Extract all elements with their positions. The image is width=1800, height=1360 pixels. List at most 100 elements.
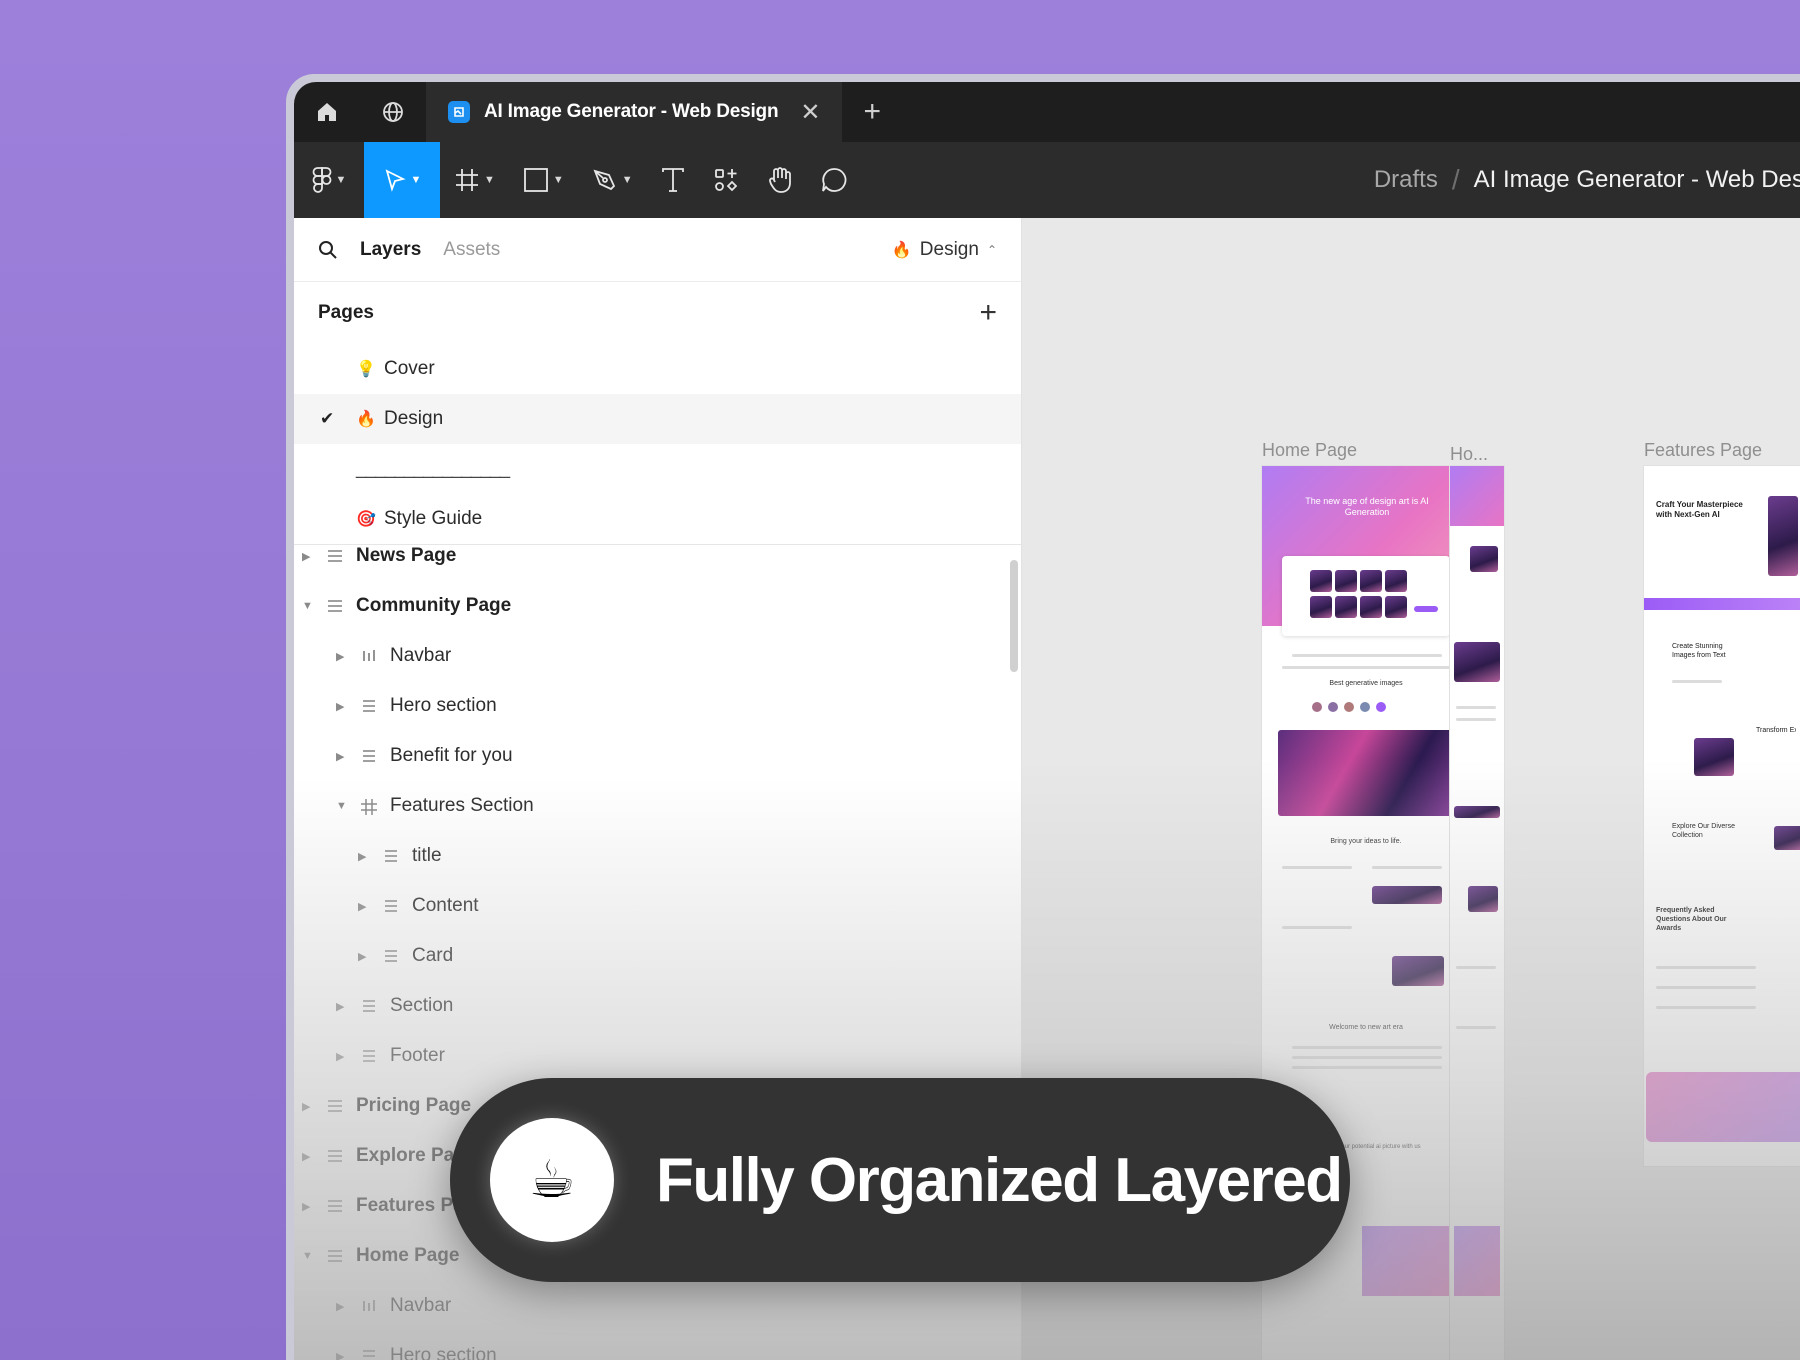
toolbar: ▼ ▼ ▼ ▼ ▼ Drafts / AI Image Generator - … [294, 142, 1800, 218]
chevron-up-icon: ⌃ [986, 242, 997, 257]
frame-icon [360, 798, 378, 815]
layer-row[interactable]: ▶ Footer [294, 1031, 1021, 1081]
caret-right-icon[interactable]: ▶ [336, 1300, 344, 1313]
breadcrumb: Drafts / AI Image Generator - Web Design [1374, 142, 1800, 218]
layer-row[interactable]: ▶ Benefit for you [294, 731, 1021, 781]
layer-label: title [412, 845, 442, 866]
faq-text: Frequently Asked Questions About Our Awa… [1656, 907, 1727, 932]
components-icon [714, 169, 737, 192]
layer-row[interactable]: ▼ Community Page [294, 581, 1021, 631]
frame-label-home-mobile[interactable]: Ho... [1450, 444, 1488, 465]
new-tab-button[interactable]: + [842, 82, 902, 142]
caret-right-icon[interactable]: ▶ [336, 750, 344, 763]
caret-right-icon[interactable]: ▶ [358, 900, 366, 913]
home-icon[interactable] [294, 82, 360, 142]
shape-tool-button[interactable]: ▼ [509, 142, 578, 218]
section-icon [326, 1098, 344, 1114]
caret-right-icon[interactable]: ▶ [302, 1150, 310, 1163]
caret-right-icon[interactable]: ▶ [302, 1100, 310, 1113]
layer-row[interactable]: ▼ Features Section [294, 781, 1021, 831]
chevron-down-icon: ▼ [484, 174, 495, 186]
layer-row[interactable]: ▶ News Page [294, 531, 1021, 581]
page-item[interactable]: ✔ 🔥 Design [294, 394, 1021, 444]
rows-icon [382, 898, 400, 914]
breadcrumb-file[interactable]: AI Image Generator - Web Design [1474, 166, 1800, 194]
caret-right-icon[interactable]: ▶ [302, 1200, 310, 1213]
caret-right-icon[interactable]: ▶ [302, 550, 310, 563]
panel-header: Layers Assets 🔥 Design ⌃ [294, 218, 1021, 282]
home-mobile-frame[interactable] [1450, 466, 1504, 1360]
layer-row[interactable]: ▶ title [294, 831, 1021, 881]
layer-row[interactable]: ▶ Section [294, 981, 1021, 1031]
layer-label: Navbar [390, 1295, 452, 1316]
hand-tool-button[interactable] [753, 142, 807, 218]
frame-label-features[interactable]: Features Page [1644, 440, 1762, 461]
comment-icon [821, 168, 847, 192]
generator-card [1282, 556, 1450, 636]
resources-tool-button[interactable] [699, 142, 753, 218]
explore-text: Explore Our Diverse Collection [1672, 823, 1736, 839]
move-tool-button[interactable]: ▼ [364, 142, 440, 218]
gallery-image [1278, 730, 1454, 816]
page-label: Style Guide [384, 508, 483, 529]
rows-icon [360, 1048, 378, 1064]
layer-label: Home Page [356, 1245, 460, 1266]
caret-right-icon[interactable]: ▶ [336, 1350, 344, 1360]
page-emoji-icon: 🔥 [356, 411, 376, 428]
layer-label: Footer [390, 1045, 445, 1066]
layer-label: Pricing Page [356, 1095, 472, 1116]
main-menu-button[interactable]: ▼ [294, 142, 364, 218]
layer-label: Community Page [356, 595, 512, 616]
caret-right-icon[interactable]: ▶ [336, 1050, 344, 1063]
pages-list: 💡 Cover ✔ 🔥 Design ________________ 🎯 Style Gui… [294, 344, 1021, 544]
page-selector[interactable]: 🔥 Design ⌃ [892, 239, 997, 261]
caret-right-icon[interactable]: ▶ [358, 850, 366, 863]
page-item[interactable]: ________________ [294, 444, 1021, 494]
layer-row[interactable]: ▶ Hero section [294, 681, 1021, 731]
home-hero-text: The new age of design art is AI Generati… [1305, 496, 1429, 517]
bring-ideas-text: Bring your ideas to life. [1330, 838, 1402, 845]
caret-down-icon[interactable]: ▼ [302, 1250, 313, 1262]
search-icon[interactable] [318, 240, 338, 260]
chevron-down-icon: ▼ [335, 174, 347, 186]
best-images-text: Best generative images [1329, 680, 1403, 687]
pen-tool-button[interactable]: ▼ [578, 142, 647, 218]
rows-icon [360, 748, 378, 764]
layer-row[interactable]: ▶ Navbar [294, 631, 1021, 681]
comment-tool-button[interactable] [807, 142, 861, 218]
layer-label: Card [412, 945, 454, 966]
layer-row[interactable]: ▶ Navbar [294, 1281, 1021, 1331]
page-selector-label: Design [919, 238, 979, 260]
breadcrumb-drafts[interactable]: Drafts [1374, 166, 1438, 194]
pages-title: Pages [318, 302, 374, 323]
feature-banner: ☕ Fully Organized Layered [450, 1078, 1350, 1282]
frame-label-home[interactable]: Home Page [1262, 440, 1357, 461]
frame-icon [456, 169, 478, 191]
tab-assets[interactable]: Assets [443, 239, 500, 261]
layer-row[interactable]: ▶ Hero section [294, 1331, 1021, 1360]
caret-right-icon[interactable]: ▶ [336, 700, 344, 713]
caret-right-icon[interactable]: ▶ [358, 950, 366, 963]
tab-file[interactable]: AI Image Generator - Web Design ✕ [426, 82, 843, 142]
caret-right-icon[interactable]: ▶ [336, 1000, 344, 1013]
tab-layers[interactable]: Layers [360, 239, 421, 261]
layer-row[interactable]: ▶ Content [294, 881, 1021, 931]
caret-right-icon[interactable]: ▶ [336, 650, 344, 663]
frame-tool-button[interactable]: ▼ [440, 142, 509, 218]
rows-icon [360, 698, 378, 714]
page-label: Cover [384, 358, 435, 379]
layer-label: News Page [356, 545, 457, 566]
globe-icon[interactable] [360, 82, 426, 142]
page-item[interactable]: 💡 Cover [294, 344, 1021, 394]
caret-down-icon[interactable]: ▼ [302, 600, 313, 612]
coffee-icon: ☕ [528, 1151, 576, 1209]
caret-down-icon[interactable]: ▼ [336, 800, 347, 812]
chevron-down-icon: ▼ [410, 174, 422, 186]
close-tab-icon[interactable]: ✕ [800, 98, 820, 127]
add-page-button[interactable]: + [979, 296, 997, 330]
layer-row[interactable]: ▶ Card [294, 931, 1021, 981]
layer-label: Hero section [390, 1345, 497, 1360]
breadcrumb-separator: / [1451, 164, 1460, 195]
text-tool-button[interactable] [647, 142, 699, 218]
features-page-frame[interactable]: Craft Your Masterpiece with Next-Gen AI … [1644, 466, 1800, 1166]
